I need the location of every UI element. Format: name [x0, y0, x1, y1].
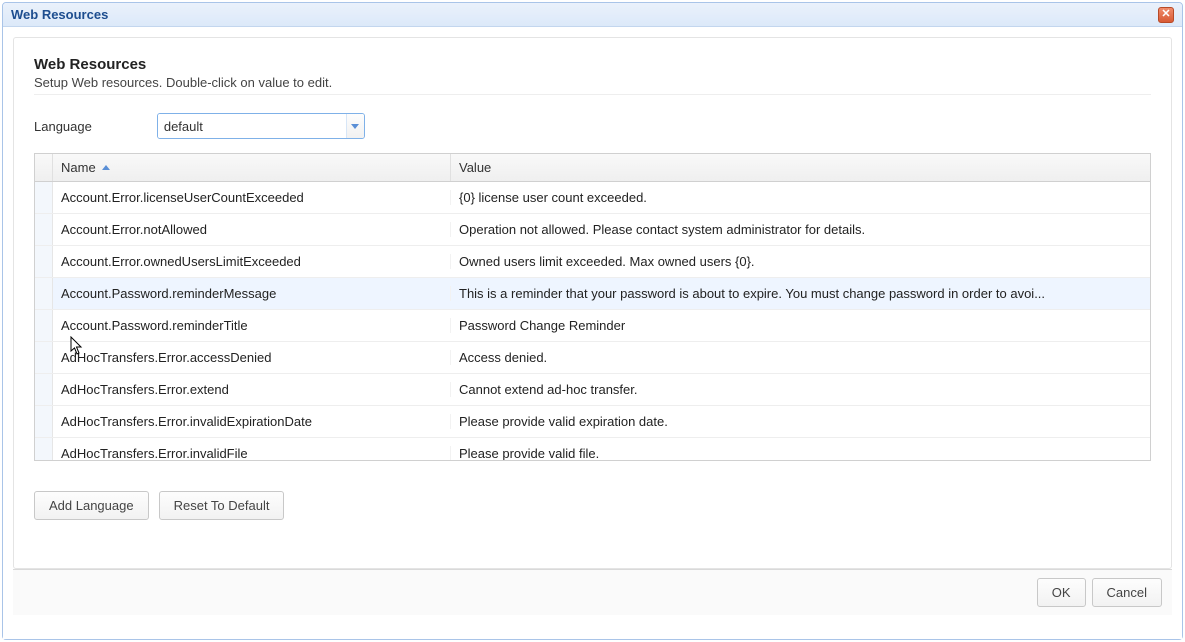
- column-gutter: [35, 154, 53, 181]
- column-name[interactable]: Name: [53, 154, 451, 181]
- table-row[interactable]: AdHocTransfers.Error.invalidExpirationDa…: [35, 406, 1150, 438]
- row-gutter: [35, 438, 53, 460]
- cell-value[interactable]: Please provide valid expiration date.: [451, 414, 1150, 429]
- table-row[interactable]: Account.Password.reminderTitlePassword C…: [35, 310, 1150, 342]
- cell-value[interactable]: Access denied.: [451, 350, 1150, 365]
- cell-value[interactable]: Password Change Reminder: [451, 318, 1150, 333]
- cell-value[interactable]: Cannot extend ad-hoc transfer.: [451, 382, 1150, 397]
- cell-name: AdHocTransfers.Error.invalidFile: [53, 446, 451, 460]
- cell-name: Account.Password.reminderMessage: [53, 286, 451, 301]
- cell-value[interactable]: Operation not allowed. Please contact sy…: [451, 222, 1150, 237]
- column-value[interactable]: Value: [451, 154, 1150, 181]
- language-trigger[interactable]: [346, 114, 364, 138]
- language-input[interactable]: [158, 114, 346, 138]
- column-value-label: Value: [459, 160, 491, 175]
- close-x: ✕: [1161, 9, 1170, 20]
- close-icon[interactable]: ✕: [1158, 7, 1174, 23]
- section-title: Web Resources: [34, 56, 1151, 73]
- language-row: Language: [34, 113, 1151, 139]
- table-row[interactable]: Account.Error.notAllowedOperation not al…: [35, 214, 1150, 246]
- cell-value[interactable]: {0} license user count exceeded.: [451, 190, 1150, 205]
- cell-name: AdHocTransfers.Error.accessDenied: [53, 350, 451, 365]
- table-row[interactable]: Account.Password.reminderMessageThis is …: [35, 278, 1150, 310]
- row-gutter: [35, 374, 53, 405]
- row-gutter: [35, 246, 53, 277]
- content-panel: Web Resources Setup Web resources. Doubl…: [13, 37, 1172, 569]
- cell-name: Account.Error.licenseUserCountExceeded: [53, 190, 451, 205]
- panel-buttons: Add Language Reset To Default: [34, 491, 1151, 520]
- grid-body-wrap: Account.Error.licenseUserCountExceeded{0…: [35, 182, 1150, 460]
- row-gutter: [35, 182, 53, 213]
- language-label: Language: [34, 119, 92, 134]
- window-body: Web Resources Setup Web resources. Doubl…: [3, 27, 1182, 639]
- table-row[interactable]: AdHocTransfers.Error.invalidFilePlease p…: [35, 438, 1150, 460]
- row-gutter: [35, 406, 53, 437]
- dialog-footer: OK Cancel: [13, 569, 1172, 615]
- grid-body[interactable]: Account.Error.licenseUserCountExceeded{0…: [35, 182, 1150, 460]
- web-resources-dialog: Web Resources ✕ Web Resources Setup Web …: [2, 2, 1183, 640]
- table-row[interactable]: Account.Error.ownedUsersLimitExceededOwn…: [35, 246, 1150, 278]
- row-gutter: [35, 278, 53, 309]
- cell-name: Account.Error.ownedUsersLimitExceeded: [53, 254, 451, 269]
- row-gutter: [35, 342, 53, 373]
- cell-value[interactable]: Please provide valid file.: [451, 446, 1150, 460]
- add-language-button[interactable]: Add Language: [34, 491, 149, 520]
- sort-asc-icon: [102, 165, 110, 170]
- ok-button[interactable]: OK: [1037, 578, 1086, 607]
- window-title: Web Resources: [11, 7, 108, 22]
- reset-default-button[interactable]: Reset To Default: [159, 491, 285, 520]
- table-row[interactable]: Account.Error.licenseUserCountExceeded{0…: [35, 182, 1150, 214]
- cell-name: Account.Password.reminderTitle: [53, 318, 451, 333]
- cell-value[interactable]: This is a reminder that your password is…: [451, 286, 1150, 301]
- row-gutter: [35, 214, 53, 245]
- cell-name: AdHocTransfers.Error.invalidExpirationDa…: [53, 414, 451, 429]
- resources-grid: Name Value Account.Error.licenseUserCoun…: [34, 153, 1151, 461]
- language-combo[interactable]: [157, 113, 365, 139]
- grid-header: Name Value: [35, 154, 1150, 182]
- cancel-button[interactable]: Cancel: [1092, 578, 1162, 607]
- cell-name: AdHocTransfers.Error.extend: [53, 382, 451, 397]
- column-name-label: Name: [61, 160, 96, 175]
- cell-value[interactable]: Owned users limit exceeded. Max owned us…: [451, 254, 1150, 269]
- cell-name: Account.Error.notAllowed: [53, 222, 451, 237]
- table-row[interactable]: AdHocTransfers.Error.accessDeniedAccess …: [35, 342, 1150, 374]
- chevron-down-icon: [351, 124, 359, 129]
- row-gutter: [35, 310, 53, 341]
- table-row[interactable]: AdHocTransfers.Error.extendCannot extend…: [35, 374, 1150, 406]
- section-subtitle: Setup Web resources. Double-click on val…: [34, 75, 1151, 95]
- window-header: Web Resources ✕: [3, 3, 1182, 27]
